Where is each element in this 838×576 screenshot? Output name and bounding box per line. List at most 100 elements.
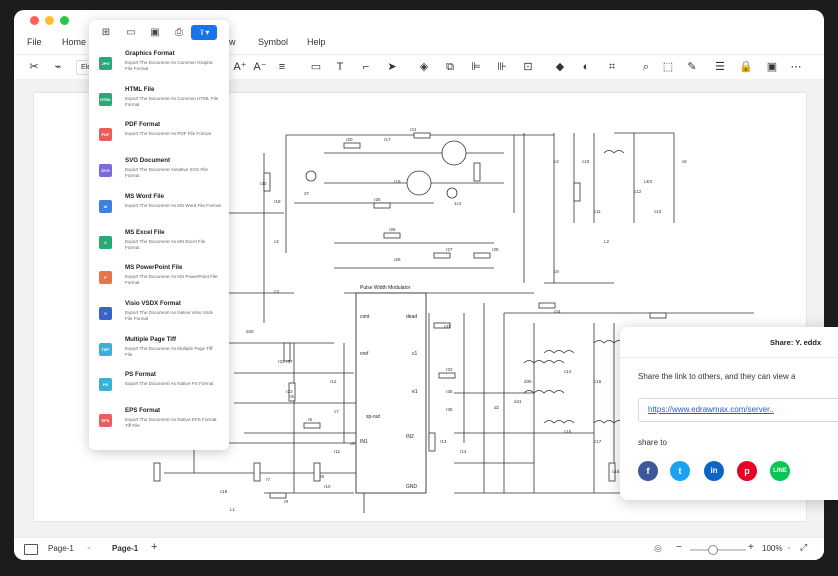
- cut-icon[interactable]: ✂: [26, 59, 42, 75]
- export-item[interactable]: JPG Graphics Format Export The Document As…: [89, 48, 229, 82]
- component-label: c15: [564, 429, 572, 434]
- rectangle-icon[interactable]: ▭: [308, 59, 324, 75]
- increase-font-icon[interactable]: A⁺: [232, 59, 248, 75]
- text-icon[interactable]: T: [332, 59, 348, 75]
- component-label: L2: [604, 239, 610, 244]
- save-icon[interactable]: ▣: [149, 27, 161, 39]
- lock-icon[interactable]: 🔒: [738, 59, 754, 75]
- export-item[interactable]: W MS Word File Export The Document As MS W…: [89, 191, 229, 225]
- share-link[interactable]: https://www.edrawmax.com/server..: [648, 405, 774, 414]
- twitter-icon[interactable]: t: [670, 461, 690, 481]
- component-label: r8: [284, 499, 288, 504]
- align-left-icon[interactable]: ⊫: [468, 59, 484, 75]
- export-item[interactable]: SVG SVG Document Export The Document Asnat…: [89, 155, 229, 189]
- export-item[interactable]: V Visio VSDX Format Export The Document As…: [89, 298, 229, 332]
- pinterest-icon[interactable]: p: [737, 461, 757, 481]
- chevron-down-icon[interactable]: ⌄: [86, 543, 92, 551]
- export-item-description: Export The Document As MS Word File Form…: [125, 202, 221, 208]
- linkedin-icon[interactable]: in: [704, 461, 724, 481]
- export-item[interactable]: HTML HTML File Export The Document As Comm…: [89, 84, 229, 118]
- page-selector[interactable]: Page-1: [48, 544, 74, 553]
- share-link-field[interactable]: https://www.edrawmax.com/server..: [638, 398, 838, 422]
- facebook-icon[interactable]: f: [638, 461, 658, 481]
- component-label: r13: [440, 439, 447, 444]
- menu-symbol[interactable]: Symbol: [258, 37, 288, 47]
- component-label: d2: [494, 405, 500, 410]
- component-label: d40: [246, 329, 254, 334]
- zoom-slider-handle[interactable]: [708, 545, 718, 555]
- component-label: 1c4: [454, 201, 462, 206]
- export-item-description: Export The Document As Native PS Format: [125, 381, 214, 387]
- shadow-icon[interactable]: ◐: [578, 59, 594, 75]
- search-icon[interactable]: ⌕: [638, 59, 654, 75]
- component-label: r14: [460, 449, 467, 454]
- file-format-icon: W: [99, 199, 112, 213]
- component-label: r5: [290, 394, 294, 399]
- pwm-pin-spout: sp-out: [366, 414, 381, 420]
- maximize-window-button[interactable]: [60, 16, 69, 25]
- crop-icon[interactable]: ⌗: [604, 59, 620, 75]
- pwm-pin-e1: e1: [412, 389, 418, 395]
- add-page-button[interactable]: +: [151, 541, 157, 553]
- pwm-title: Pulse Width Modulator: [360, 285, 411, 291]
- open-folder-icon[interactable]: ▭: [125, 27, 137, 39]
- line-icon[interactable]: LINE: [770, 461, 790, 481]
- component-label: c13: [654, 209, 662, 214]
- export-item-description: Export The Document Asnative SVG File Fo…: [125, 167, 208, 179]
- export-item-title: MS Excel File: [125, 228, 165, 236]
- print-icon[interactable]: ⎙: [173, 27, 185, 39]
- insert-icon[interactable]: ▣: [764, 59, 780, 75]
- export-item-description: Export The Document As MS Excel File For…: [125, 238, 206, 250]
- export-item-title: MS Word File: [125, 192, 165, 200]
- component-label: r36: [446, 407, 453, 412]
- minimize-window-button[interactable]: [45, 16, 54, 25]
- layers-icon[interactable]: ◈: [416, 59, 432, 75]
- decrease-font-icon[interactable]: A⁻: [252, 59, 268, 75]
- page-view-icon[interactable]: [24, 544, 38, 555]
- component-label: d41: [514, 399, 522, 404]
- component-label: r7: [266, 477, 270, 482]
- zoom-in-icon[interactable]: +: [748, 542, 754, 553]
- component-label: r6: [308, 417, 312, 422]
- connector-icon[interactable]: ⌐: [358, 59, 374, 75]
- more-icon[interactable]: ⋯: [788, 59, 804, 75]
- chevron-down-icon[interactable]: ⌄: [786, 543, 792, 551]
- component-label: c3: [274, 289, 279, 294]
- align-icon[interactable]: ≡: [274, 59, 290, 75]
- pwm-pin-in2: IN2: [406, 434, 414, 440]
- export-item[interactable]: TIFF Multiple Page Tiff Export The Documen…: [89, 334, 229, 368]
- distribute-icon[interactable]: ⊪: [494, 59, 510, 75]
- line-color-icon[interactable]: ✎: [684, 59, 700, 75]
- export-item[interactable]: PS PS Format Export The Document As Native…: [89, 369, 229, 403]
- close-window-button[interactable]: [30, 16, 39, 25]
- line-style-icon[interactable]: ☰: [712, 59, 728, 75]
- size-icon[interactable]: ⊡: [520, 59, 536, 75]
- focus-icon[interactable]: ◎: [654, 543, 662, 554]
- file-format-icon: V: [99, 306, 112, 320]
- export-item[interactable]: EPS EPS Format Export The Document As Nati…: [89, 405, 229, 439]
- export-item-title: SVG Document: [125, 157, 171, 165]
- export-item[interactable]: PDF PDF Format Export The Document As PDF …: [89, 119, 229, 153]
- fit-page-icon[interactable]: ⬚: [660, 59, 676, 75]
- page-tab[interactable]: Page-1: [112, 544, 138, 553]
- component-label: 37: [304, 191, 310, 196]
- zoom-level[interactable]: 100%: [762, 544, 782, 553]
- export-icon[interactable]: ⇪▾: [191, 25, 217, 40]
- fullscreen-icon[interactable]: ⤢: [800, 542, 807, 553]
- zoom-slider[interactable]: [690, 549, 746, 551]
- export-item[interactable]: P MS PowerPoint File Export The Document A…: [89, 262, 229, 296]
- export-item-description: Export The Document As MS PowerPoint Fil…: [125, 274, 218, 286]
- menu-home[interactable]: Home: [62, 37, 86, 47]
- component-label: r23: [286, 389, 293, 394]
- menu-view[interactable]: w: [229, 37, 236, 47]
- zoom-out-icon[interactable]: −: [676, 542, 682, 553]
- fill-color-icon[interactable]: ◆: [552, 59, 568, 75]
- new-icon[interactable]: ⊞: [100, 27, 112, 39]
- format-painter-icon[interactable]: ⌁: [50, 59, 66, 75]
- menu-help[interactable]: Help: [307, 37, 326, 47]
- group-icon[interactable]: ⧉: [442, 59, 458, 75]
- export-item[interactable]: X MS Excel File Export The Document As MS …: [89, 227, 229, 261]
- component-label: r17: [384, 137, 391, 142]
- pointer-icon[interactable]: ➤: [384, 59, 400, 75]
- menu-file[interactable]: File: [27, 37, 42, 47]
